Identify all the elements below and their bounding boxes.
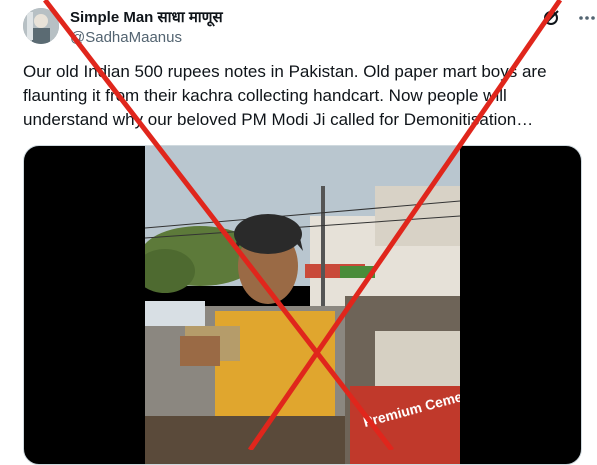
display-name[interactable]: Simple Man साधा माणूस <box>70 8 223 28</box>
grok-icon[interactable] <box>541 8 561 28</box>
video-frame-image: Premium Cement <box>145 146 460 464</box>
avatar[interactable] <box>23 8 59 44</box>
tweet-actions <box>525 8 597 28</box>
author-block: Simple Man साधा माणूस @SadhaMaanus <box>70 8 223 48</box>
tweet-media[interactable]: Premium Cement <box>23 145 582 465</box>
tweet-text: Our old Indian 500 rupees notes in Pakis… <box>23 62 547 129</box>
more-icon[interactable] <box>577 8 597 28</box>
user-handle[interactable]: @SadhaMaanus <box>70 28 223 48</box>
